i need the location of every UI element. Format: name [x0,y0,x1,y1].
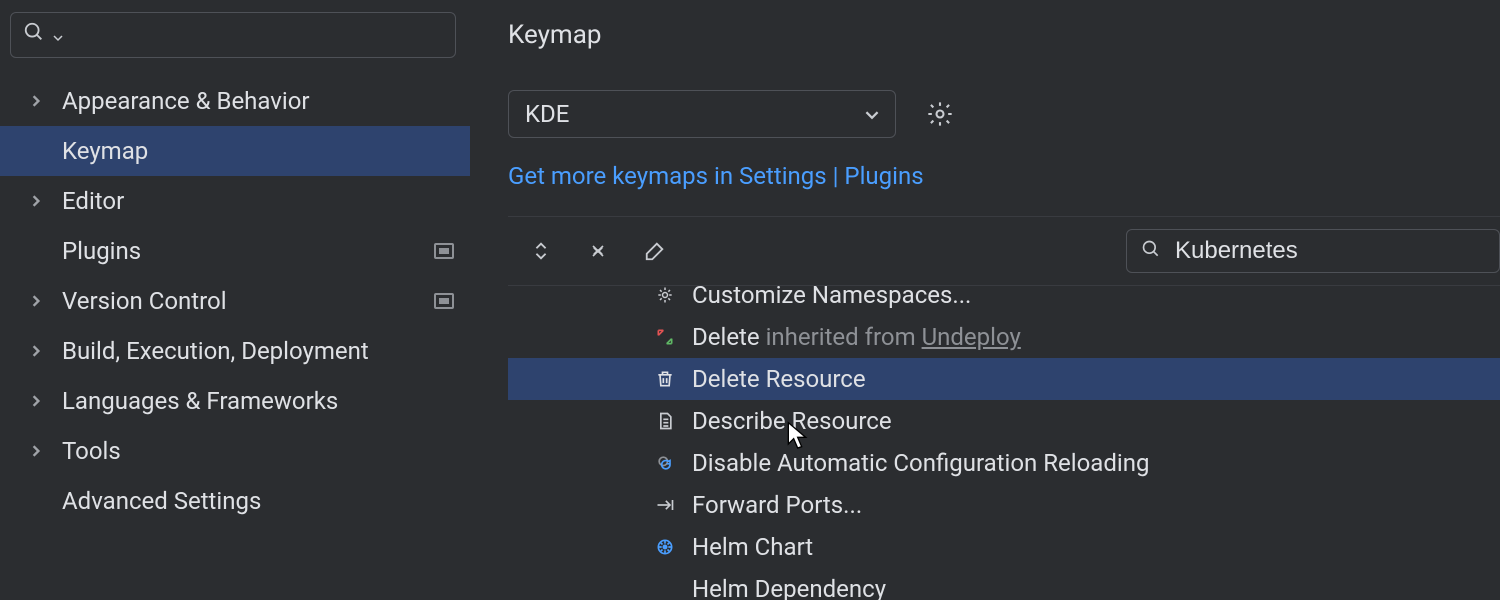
undeploy-icon [652,327,678,347]
get-more-keymaps-link[interactable]: Get more keymaps in Settings | Plugins [508,162,924,190]
sidebar-item-label: Keymap [52,137,454,165]
action-row-helm-dependency[interactable]: Helm Dependency [508,568,1500,600]
action-label: Customize Namespaces... [692,285,971,309]
action-label: Describe Resource [692,407,892,435]
action-label: Disable Automatic Configuration Reloadin… [692,449,1149,477]
keymap-filter-input[interactable] [1126,229,1500,273]
sidebar-item-label: Build, Execution, Deployment [52,337,454,365]
modified-badge-icon [434,293,454,309]
action-row-delete[interactable]: Delete inherited from Undeploy [508,316,1500,358]
keymap-select[interactable]: KDE [508,90,896,138]
chevron-right-icon [30,95,52,107]
sidebar-item-tools[interactable]: Tools [0,426,470,476]
dropdown-caret-icon [53,21,63,49]
settings-search-field[interactable] [71,22,443,48]
sidebar-item-languages[interactable]: Languages & Frameworks [0,376,470,426]
sidebar-item-keymap[interactable]: Keymap [0,126,470,176]
action-label: Forward Ports... [692,491,862,519]
forward-icon [652,495,678,515]
sidebar-item-advanced[interactable]: Advanced Settings [0,476,470,526]
sidebar-item-label: Plugins [52,237,434,265]
keymap-actions-list: Customize Namespaces... Delete inherited… [508,285,1500,600]
sidebar-item-build[interactable]: Build, Execution, Deployment [0,326,470,376]
edit-icon[interactable] [644,240,666,262]
helm-icon [652,537,678,557]
action-row-forward-ports[interactable]: Forward Ports... [508,484,1500,526]
action-label: Delete Resource [692,365,866,393]
settings-sidebar: Appearance & Behavior Keymap Editor Plug… [0,0,470,600]
sidebar-item-label: Editor [52,187,454,215]
expand-collapse-icon[interactable] [530,240,552,262]
action-label: Delete inherited from Undeploy [692,323,1021,351]
gear-icon [652,285,678,305]
chevron-right-icon [30,295,52,307]
reload-icon [652,453,678,473]
action-row-delete-resource[interactable]: Delete Resource [508,358,1500,400]
sidebar-item-label: Version Control [52,287,434,315]
keymap-select-value: KDE [525,100,865,128]
settings-nav: Appearance & Behavior Keymap Editor Plug… [0,76,470,526]
action-row-helm-chart[interactable]: Helm Chart [508,526,1500,568]
gear-icon[interactable] [926,100,954,128]
sidebar-item-label: Tools [52,437,454,465]
sidebar-item-appearance[interactable]: Appearance & Behavior [0,76,470,126]
keymap-panel: Keymap KDE Get more keymaps in Settings … [470,0,1500,600]
sidebar-item-label: Appearance & Behavior [52,87,454,115]
settings-search-input[interactable] [10,12,456,58]
chevron-right-icon [30,195,52,207]
search-icon [1141,237,1161,265]
keymap-filter-field[interactable] [1175,237,1485,265]
collapse-all-icon[interactable] [588,241,608,261]
search-icon [23,21,45,49]
chevron-down-icon [865,100,879,128]
trash-icon [652,369,678,389]
sidebar-item-version-control[interactable]: Version Control [0,276,470,326]
chevron-right-icon [30,395,52,407]
document-icon [652,411,678,431]
action-label: Helm Chart [692,533,813,561]
action-row-disable-reload[interactable]: Disable Automatic Configuration Reloadin… [508,442,1500,484]
action-row-describe-resource[interactable]: Describe Resource [508,400,1500,442]
sidebar-item-label: Languages & Frameworks [52,387,454,415]
sidebar-item-label: Advanced Settings [52,487,454,515]
chevron-right-icon [30,445,52,457]
sidebar-item-plugins[interactable]: Plugins [0,226,470,276]
keymap-toolbar [508,217,1500,285]
page-title: Keymap [508,20,1500,50]
action-label: Helm Dependency [692,575,886,600]
modified-badge-icon [434,243,454,259]
action-row-customize-namespaces[interactable]: Customize Namespaces... [508,285,1500,316]
chevron-right-icon [30,345,52,357]
sidebar-item-editor[interactable]: Editor [0,176,470,226]
